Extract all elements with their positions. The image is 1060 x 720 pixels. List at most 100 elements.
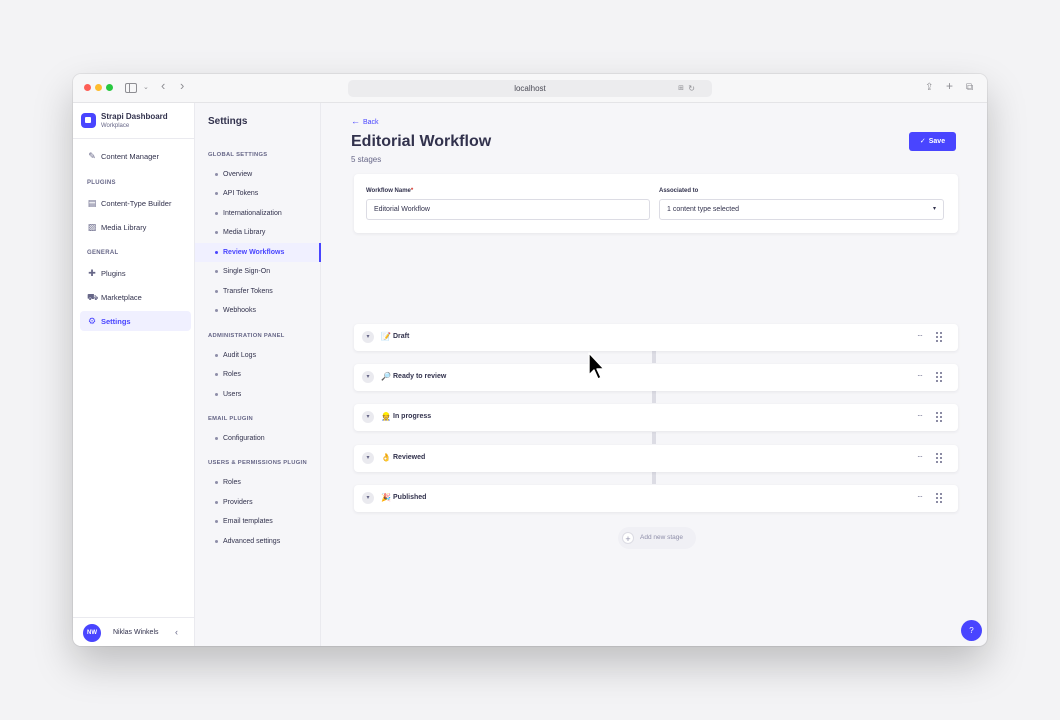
new-tab-icon[interactable]: + <box>946 79 953 93</box>
chevron-down-icon[interactable]: ▾ <box>362 452 374 464</box>
chevron-down-icon[interactable]: ▾ <box>362 371 374 383</box>
save-button[interactable]: ✓ Save <box>909 132 956 151</box>
drag-handle-icon[interactable] <box>936 453 942 463</box>
reload-icon[interactable]: ↻ <box>688 80 695 97</box>
sub-item-webhooks[interactable]: Webhooks <box>195 301 321 320</box>
sub-item-label: API Tokens <box>223 190 259 197</box>
more-options-icon[interactable]: ··· <box>917 452 923 461</box>
sub-item-providers[interactable]: Providers <box>195 493 321 512</box>
drag-handle-icon[interactable] <box>936 332 942 342</box>
chevron-down-icon[interactable]: ▾ <box>362 411 374 423</box>
sub-item-email-templates[interactable]: Email templates <box>195 512 321 531</box>
sub-item-advanced-settings[interactable]: Advanced settings <box>195 532 321 551</box>
sub-item-overview[interactable]: Overview <box>195 165 321 184</box>
pencil-icon: ✎ <box>88 151 96 161</box>
sub-item-api-tokens[interactable]: API Tokens <box>195 184 321 203</box>
sub-item-label: Email templates <box>223 518 273 525</box>
sub-section-email-plugin: EMAIL PLUGIN <box>208 416 254 422</box>
nav-item-content-manager[interactable]: ✎ Content Manager <box>80 146 191 166</box>
back-link[interactable]: ← Back <box>351 116 379 126</box>
bullet-icon <box>215 231 218 234</box>
sub-item-label: Webhooks <box>223 307 256 314</box>
nav-item-media-library[interactable]: ▨ Media Library <box>80 217 191 237</box>
tabs-overview-icon[interactable]: ⧉ <box>966 81 973 95</box>
stage-reviewed[interactable]: ▾ 👌 Reviewed ··· <box>354 445 958 472</box>
user-profile[interactable]: NW Niklas Winkels ‹ <box>73 617 195 646</box>
stage-connector <box>652 472 656 484</box>
bullet-icon <box>215 270 218 273</box>
more-options-icon[interactable]: ··· <box>917 331 923 340</box>
nav-item-label: Media Library <box>101 223 147 232</box>
sidebar-toggle-icon[interactable] <box>125 83 137 93</box>
sub-item-internationalization[interactable]: Internationalization <box>195 204 321 223</box>
sub-item-up-roles[interactable]: Roles <box>195 473 321 492</box>
sub-item-label: Review Workflows <box>223 249 285 256</box>
nav-item-settings[interactable]: ⚙ Settings <box>80 311 191 331</box>
settings-navigation: Settings GLOBAL SETTINGS Overview API To… <box>195 103 321 646</box>
associated-to-select[interactable]: 1 content type selected ▾ <box>659 199 944 220</box>
translate-icon[interactable]: ⊞ <box>678 80 684 97</box>
nav-item-content-type-builder[interactable]: ▤ Content-Type Builder <box>80 193 191 213</box>
more-options-icon[interactable]: ··· <box>917 492 923 501</box>
browser-toolbar: ⌄ ‹ › localhost ⊞ ↻ ⇪ + ⧉ <box>73 74 987 103</box>
nav-item-plugins[interactable]: ✚ Plugins <box>80 263 191 283</box>
required-marker: * <box>410 188 414 194</box>
sub-item-transfer-tokens[interactable]: Transfer Tokens <box>195 282 321 301</box>
stage-published[interactable]: ▾ 🎉 Published ··· <box>354 485 958 512</box>
sub-item-configuration[interactable]: Configuration <box>195 429 321 448</box>
sub-item-review-workflows[interactable]: Review Workflows <box>195 243 321 262</box>
workflow-name-input[interactable]: Editorial Workflow <box>366 199 650 220</box>
sub-section-administration-panel: ADMINISTRATION PANEL <box>208 333 285 339</box>
sub-item-roles[interactable]: Roles <box>195 365 321 384</box>
sub-section-users-permissions-plugin: USERS & PERMISSIONS PLUGIN <box>208 460 307 466</box>
bullet-icon <box>215 437 218 440</box>
share-icon[interactable]: ⇪ <box>925 81 933 95</box>
address-bar[interactable]: localhost ⊞ ↻ <box>348 80 712 97</box>
more-options-icon[interactable]: ··· <box>917 371 923 380</box>
drag-handle-icon[interactable] <box>936 493 942 503</box>
forward-nav-icon[interactable]: › <box>180 79 184 93</box>
nav-item-label: Content Manager <box>101 152 159 161</box>
puzzle-icon: ✚ <box>88 268 96 278</box>
stage-emoji: 👌 <box>381 453 391 462</box>
sub-item-label: Advanced settings <box>223 538 281 545</box>
sub-item-single-sign-on[interactable]: Single Sign-On <box>195 262 321 281</box>
drag-handle-icon[interactable] <box>936 412 942 422</box>
sub-item-media-library[interactable]: Media Library <box>195 223 321 242</box>
sub-item-label: Overview <box>223 171 253 178</box>
main-navigation: Strapi Dashboard Workplace ✎ Content Man… <box>73 103 195 646</box>
help-button[interactable]: ? <box>961 620 982 641</box>
sub-item-label: Providers <box>223 499 253 506</box>
main-content: ← Back Editorial Workflow 5 stages ✓ Save … <box>321 103 987 646</box>
bullet-icon <box>215 290 218 293</box>
associated-to-value: 1 content type selected <box>667 206 739 213</box>
stage-name: In progress <box>393 413 432 420</box>
minimize-window-button[interactable] <box>95 84 102 91</box>
sub-item-audit-logs[interactable]: Audit Logs <box>195 346 321 365</box>
bullet-icon <box>215 192 218 195</box>
back-label: Back <box>363 119 379 126</box>
mouse-cursor-icon <box>588 352 605 380</box>
back-nav-icon[interactable]: ‹ <box>161 79 165 93</box>
maximize-window-button[interactable] <box>106 84 113 91</box>
close-window-button[interactable] <box>84 84 91 91</box>
nav-item-marketplace[interactable]: ⛟ Marketplace <box>80 287 191 307</box>
chevron-down-icon[interactable]: ▾ <box>362 331 374 343</box>
chevron-down-icon[interactable]: ⌄ <box>143 81 149 95</box>
stage-draft[interactable]: ▾ 📝 Draft ··· <box>354 324 958 351</box>
save-label: Save <box>928 138 946 145</box>
nav-section-general: GENERAL <box>87 250 119 256</box>
more-options-icon[interactable]: ··· <box>917 411 923 420</box>
nav-item-label: Settings <box>101 317 131 326</box>
add-new-stage-button[interactable]: + Add new stage <box>618 527 696 549</box>
arrow-left-icon: ← <box>351 116 360 126</box>
stage-in-progress[interactable]: ▾ 👷 In progress ··· <box>354 404 958 431</box>
bullet-icon <box>215 173 218 176</box>
collapse-nav-icon[interactable]: ‹ <box>175 627 178 637</box>
gear-icon: ⚙ <box>87 316 97 326</box>
stage-ready-to-review[interactable]: ▾ 🔎 Ready to review ··· <box>354 364 958 391</box>
sub-item-users[interactable]: Users <box>195 385 321 404</box>
workflow-name-label: Workflow Name* <box>366 188 413 194</box>
chevron-down-icon[interactable]: ▾ <box>362 492 374 504</box>
drag-handle-icon[interactable] <box>936 372 942 382</box>
